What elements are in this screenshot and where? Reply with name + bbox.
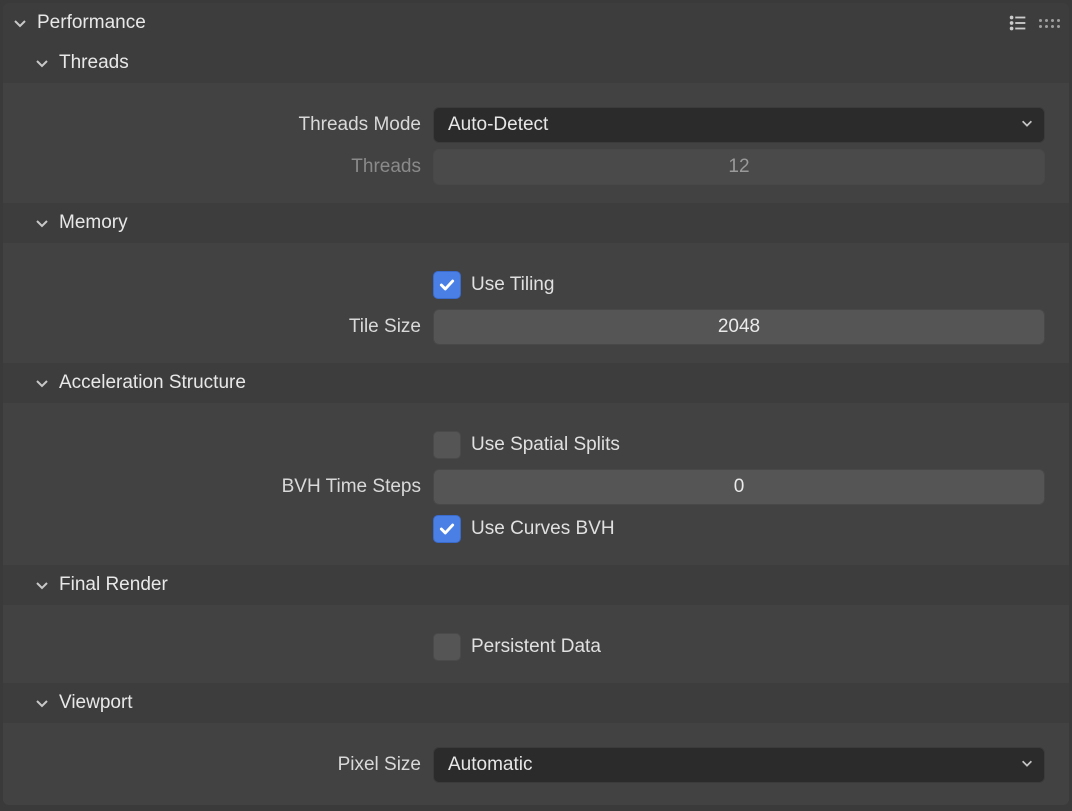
panel-title: Performance	[37, 12, 146, 34]
threads-count-value: 12	[728, 156, 749, 178]
pixel-size-row: Pixel Size Automatic	[3, 745, 1069, 785]
bvh-time-steps-row: BVH Time Steps 0	[3, 467, 1069, 507]
persistent-data-checkbox[interactable]	[433, 633, 461, 661]
bvh-time-steps-value: 0	[734, 476, 745, 498]
threads-header[interactable]: Threads	[3, 43, 1069, 83]
drag-handle-icon[interactable]	[1037, 6, 1061, 40]
viewport-body: Pixel Size Automatic	[3, 723, 1069, 801]
threads-title: Threads	[59, 52, 129, 74]
viewport-title: Viewport	[59, 692, 133, 714]
persistent-data-row: Persistent Data	[3, 627, 1069, 667]
accel-body: Use Spatial Splits BVH Time Steps 0 Use …	[3, 403, 1069, 565]
chevron-down-icon	[31, 692, 53, 714]
tile-size-label: Tile Size	[3, 316, 433, 338]
bvh-time-steps-label: BVH Time Steps	[3, 476, 433, 498]
chevron-down-icon	[31, 372, 53, 394]
chevron-down-icon	[31, 212, 53, 234]
spatial-splits-checkbox[interactable]	[433, 431, 461, 459]
tile-size-row: Tile Size 2048	[3, 307, 1069, 347]
final-render-body: Persistent Data	[3, 605, 1069, 683]
final-render-title: Final Render	[59, 574, 168, 596]
bvh-time-steps-field[interactable]: 0	[433, 469, 1045, 505]
chevron-down-icon	[9, 12, 31, 34]
pixel-size-value: Automatic	[448, 754, 532, 776]
pixel-size-label: Pixel Size	[3, 754, 433, 776]
threads-body: Threads Mode Auto-Detect Threads 12	[3, 83, 1069, 203]
curves-bvh-checkbox[interactable]	[433, 515, 461, 543]
spatial-splits-label: Use Spatial Splits	[471, 434, 620, 456]
use-tiling-checkbox[interactable]	[433, 271, 461, 299]
chevron-down-icon	[31, 52, 53, 74]
threads-mode-value: Auto-Detect	[448, 114, 548, 136]
final-render-header[interactable]: Final Render	[3, 565, 1069, 605]
threads-mode-label: Threads Mode	[3, 114, 433, 136]
curves-bvh-row: Use Curves BVH	[3, 509, 1069, 549]
chevron-down-icon	[1020, 114, 1034, 136]
threads-count-field[interactable]: 12	[433, 149, 1045, 185]
threads-count-row: Threads 12	[3, 147, 1069, 187]
memory-header[interactable]: Memory	[3, 203, 1069, 243]
panel-header[interactable]: Performance	[3, 3, 1069, 43]
viewport-header[interactable]: Viewport	[3, 683, 1069, 723]
spatial-splits-row: Use Spatial Splits	[3, 425, 1069, 465]
accel-header[interactable]: Acceleration Structure	[3, 363, 1069, 403]
persistent-data-label: Persistent Data	[471, 636, 601, 658]
curves-bvh-label: Use Curves BVH	[471, 518, 615, 540]
pixel-size-dropdown[interactable]: Automatic	[433, 747, 1045, 783]
use-tiling-row: Use Tiling	[3, 265, 1069, 305]
options-list-icon[interactable]	[1001, 6, 1035, 40]
accel-title: Acceleration Structure	[59, 372, 246, 394]
chevron-down-icon	[31, 574, 53, 596]
performance-panel: Performance Threads Threads Mode Auto-De…	[3, 3, 1069, 805]
tile-size-field[interactable]: 2048	[433, 309, 1045, 345]
threads-mode-row: Threads Mode Auto-Detect	[3, 105, 1069, 145]
chevron-down-icon	[1020, 754, 1034, 776]
use-tiling-label: Use Tiling	[471, 274, 554, 296]
memory-title: Memory	[59, 212, 128, 234]
tile-size-value: 2048	[718, 316, 760, 338]
threads-count-label: Threads	[3, 156, 433, 178]
memory-body: Use Tiling Tile Size 2048	[3, 243, 1069, 363]
threads-mode-dropdown[interactable]: Auto-Detect	[433, 107, 1045, 143]
